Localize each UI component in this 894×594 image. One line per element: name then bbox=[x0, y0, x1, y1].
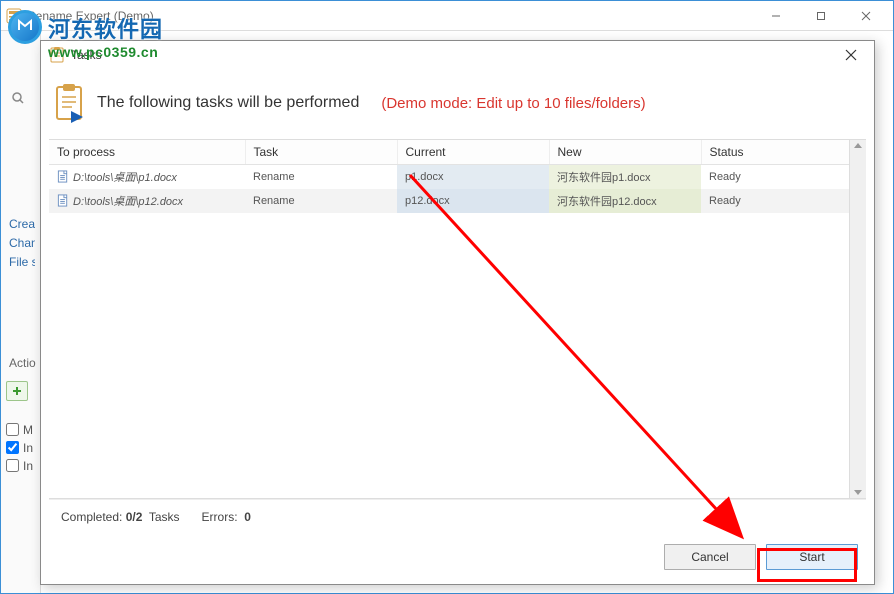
checkbox-1[interactable] bbox=[6, 423, 19, 436]
watermark-logo-icon bbox=[8, 10, 42, 44]
dialog-header: The following tasks will be performed (D… bbox=[41, 69, 874, 139]
dialog-footer: Cancel Start bbox=[41, 534, 874, 584]
errors-status: Errors: 0 bbox=[202, 510, 251, 524]
checkbox-3[interactable] bbox=[6, 459, 19, 472]
sidebar-line: Creat bbox=[9, 215, 35, 234]
sidebar-text: Creat Chang File si bbox=[6, 215, 35, 273]
watermark: 河东软件园 www.pc0359.cn bbox=[8, 8, 198, 68]
cell-status: Ready bbox=[701, 165, 866, 190]
dialog-close-button[interactable] bbox=[836, 43, 866, 67]
table-row[interactable]: D:\tools\桌面\p12.docxRenamep12.docx河东软件园p… bbox=[49, 189, 866, 213]
tasks-table-wrap: To process Task Current New Status D:\to… bbox=[49, 139, 866, 499]
cell-current: p12.docx bbox=[397, 189, 549, 213]
cell-task: Rename bbox=[245, 189, 397, 213]
cell-path: D:\tools\桌面\p12.docx bbox=[49, 189, 245, 213]
cell-current: p1.docx bbox=[397, 165, 549, 190]
col-task[interactable]: Task bbox=[245, 140, 397, 165]
cancel-button[interactable]: Cancel bbox=[664, 544, 756, 570]
sidebar-line: File si bbox=[9, 253, 35, 272]
clipboard-play-icon bbox=[53, 83, 87, 123]
status-bar: Completed: 0/2 Tasks Errors: 0 bbox=[49, 499, 866, 534]
close-main-button[interactable] bbox=[843, 2, 888, 30]
col-to-process[interactable]: To process bbox=[49, 140, 245, 165]
left-panel: Creat Chang File si Actio M In In bbox=[1, 31, 41, 593]
checkbox-2[interactable] bbox=[6, 441, 19, 454]
cell-new: 河东软件园p1.docx bbox=[549, 165, 701, 190]
tasks-dialog: Tasks The following tasks will be perfor… bbox=[40, 40, 875, 585]
actions-label: Actio bbox=[6, 353, 35, 373]
sidebar-line: Chang bbox=[9, 234, 35, 253]
maximize-button[interactable] bbox=[798, 2, 843, 30]
minimize-button[interactable] bbox=[753, 2, 798, 30]
col-new[interactable]: New bbox=[549, 140, 701, 165]
search-icon[interactable] bbox=[11, 91, 25, 105]
check-label: In bbox=[23, 459, 33, 473]
demo-mode-text: (Demo mode: Edit up to 10 files/folders) bbox=[381, 95, 645, 112]
check-label: M bbox=[23, 423, 33, 437]
table-row[interactable]: D:\tools\桌面\p1.docxRenamep1.docx河东软件园p1.… bbox=[49, 165, 866, 190]
completed-status: Completed: 0/2 Tasks bbox=[61, 510, 180, 524]
vertical-scrollbar[interactable] bbox=[849, 140, 866, 498]
add-button[interactable] bbox=[6, 381, 28, 401]
watermark-text-cn: 河东软件园 bbox=[48, 12, 198, 44]
cell-new: 河东软件园p12.docx bbox=[549, 189, 701, 213]
check-label: In bbox=[23, 441, 33, 455]
tasks-table: To process Task Current New Status D:\to… bbox=[49, 140, 866, 213]
cell-path: D:\tools\桌面\p1.docx bbox=[49, 165, 245, 190]
dialog-header-text: The following tasks will be performed bbox=[97, 94, 359, 112]
col-current[interactable]: Current bbox=[397, 140, 549, 165]
cell-status: Ready bbox=[701, 189, 866, 213]
cell-task: Rename bbox=[245, 165, 397, 190]
watermark-url: www.pc0359.cn bbox=[48, 44, 198, 60]
start-button[interactable]: Start bbox=[766, 544, 858, 570]
col-status[interactable]: Status bbox=[701, 140, 866, 165]
